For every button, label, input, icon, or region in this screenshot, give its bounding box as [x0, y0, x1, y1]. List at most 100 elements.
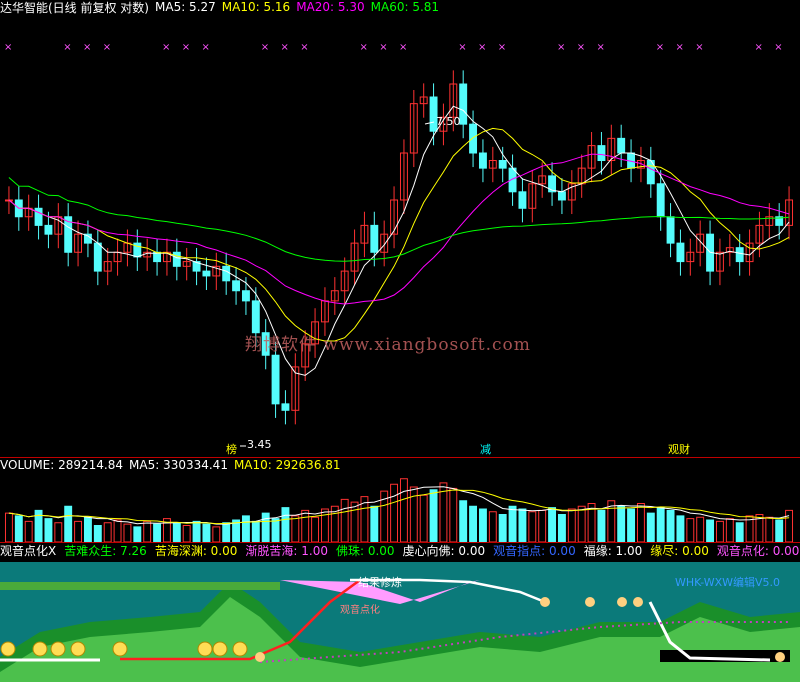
- volume-bar: [192, 520, 201, 542]
- indicator-items: 苦难众生: 7.26 苦海深渊: 0.00 渐脱苦海: 1.00 佛珠: 0.00 虔心…: [64, 542, 799, 559]
- volume-bar: [785, 509, 794, 542]
- volume-chart[interactable]: [0, 472, 800, 542]
- volume-ma5: MA5: 330334.41: [129, 458, 228, 472]
- candle-body: [241, 290, 250, 302]
- volume-bar: [222, 522, 231, 542]
- volume-bar: [686, 518, 695, 542]
- signal-marker: ×: [695, 42, 703, 53]
- smiley-icon: [112, 641, 128, 657]
- ma5-value: MA5: 5.27: [155, 0, 216, 14]
- tag-jian: 减: [480, 443, 491, 456]
- volume-bar: [597, 509, 606, 542]
- volume-bar: [143, 520, 152, 542]
- smiley-icon: [50, 641, 66, 657]
- candle-body: [518, 191, 527, 209]
- volume-bar: [508, 505, 517, 542]
- volume-bar: [538, 509, 547, 542]
- signal-marker: ×: [261, 42, 269, 53]
- volume-bar: [64, 505, 73, 542]
- volume-bar: [14, 515, 23, 542]
- ma60-value: MA60: 5.81: [370, 0, 440, 14]
- indicator-item: 缘尽: 0.00: [650, 543, 709, 558]
- signal-marker: ×: [656, 42, 664, 53]
- signal-marker: ×: [103, 42, 111, 53]
- volume-bar: [212, 526, 221, 542]
- volume-bar: [419, 494, 428, 542]
- candle-body: [251, 300, 260, 334]
- volume-bar: [370, 505, 379, 542]
- hand-pointer-icon: [255, 652, 265, 662]
- volume-bar: [528, 511, 537, 542]
- hand-pointer-icon: [617, 597, 627, 607]
- candle-body: [498, 160, 507, 169]
- volume-bar: [676, 515, 685, 542]
- indicator-top-band: [0, 582, 280, 590]
- signal-marker: ×: [774, 42, 782, 53]
- signal-marker: ×: [379, 42, 387, 53]
- signal-marker: ×: [63, 42, 71, 53]
- volume-bar: [54, 522, 63, 542]
- volume-bar: [103, 522, 112, 542]
- volume-bar: [261, 512, 270, 542]
- signal-marker: ×: [360, 42, 368, 53]
- signal-marker: ×: [399, 42, 407, 53]
- tag-bang: 榜: [226, 443, 237, 456]
- signal-marker: ×: [202, 42, 210, 53]
- hand-pointer-icon: [540, 597, 550, 607]
- price-legend: 达华智能(日线 前复权 对数) MA5: 5.27 MA10: 5.16 MA2…: [0, 0, 440, 15]
- smiley-icon: [232, 641, 248, 657]
- volume-bar: [518, 508, 527, 542]
- volume-bar: [172, 522, 181, 542]
- candle-body: [93, 242, 102, 272]
- candle-body: [370, 224, 379, 253]
- signal-marker: ×: [4, 42, 12, 53]
- hand-pointer-icon: [585, 597, 595, 607]
- volume-bar: [715, 520, 724, 542]
- volume-bar: [320, 508, 329, 542]
- volume-bar: [399, 478, 408, 542]
- indicator-item: 苦海深渊: 0.00: [154, 543, 238, 558]
- volume-bar: [469, 505, 478, 542]
- indicator-legend: 观音点化X 苦难众生: 7.26 苦海深渊: 0.00 渐脱苦海: 1.00 佛珠: …: [0, 542, 800, 559]
- volume-bar: [548, 507, 557, 542]
- volume-bar: [153, 523, 162, 542]
- indicator-item: 渐脱苦海: 1.00: [245, 543, 328, 558]
- candle-body: [676, 242, 685, 263]
- indicator-item: 观音点化: 0.00: [716, 543, 800, 558]
- price-chart[interactable]: × × × × × × × × × × × × × × × × × × × × × × × ×: [0, 14, 800, 458]
- signal-marker: ×: [83, 42, 91, 53]
- candle-body: [617, 137, 626, 154]
- signal-marker: ×: [755, 42, 763, 53]
- candle-body: [735, 247, 744, 263]
- volume-bar: [459, 500, 468, 542]
- candle-body: [281, 403, 290, 411]
- candle-body: [666, 216, 675, 244]
- volume-value: VOLUME: 289214.84: [0, 458, 123, 472]
- ma20-value: MA20: 5.30: [296, 0, 365, 14]
- indicator-item: 观音指点: 0.00: [493, 543, 576, 558]
- candle-body: [232, 280, 241, 292]
- volume-bar: [409, 486, 418, 542]
- signal-marker: ×: [577, 42, 585, 53]
- volume-bar: [617, 505, 626, 542]
- volume-bar: [646, 512, 655, 542]
- volume-bar: [271, 518, 280, 542]
- indicator-item: 佛珠: 0.00: [335, 543, 395, 558]
- volume-bar: [251, 520, 260, 542]
- volume-bar: [350, 501, 359, 542]
- signal-marker: ×: [478, 42, 486, 53]
- volume-bar: [706, 519, 715, 542]
- version-label: WHK-WXW编辑V5.0: [675, 576, 781, 589]
- volume-bar: [301, 509, 310, 542]
- indicator-name: 观音点化X: [0, 543, 57, 558]
- signal-marker: ×: [597, 42, 605, 53]
- candle-body: [597, 145, 606, 162]
- signal-marker: ×: [162, 42, 170, 53]
- volume-bar: [340, 498, 349, 542]
- candle-body: [202, 270, 211, 277]
- tag-guancai: 观财: [668, 443, 690, 456]
- volume-bar: [123, 523, 132, 542]
- volume-bar: [24, 520, 33, 542]
- candle-body: [557, 191, 566, 201]
- ma10-value: MA10: 5.16: [221, 0, 291, 14]
